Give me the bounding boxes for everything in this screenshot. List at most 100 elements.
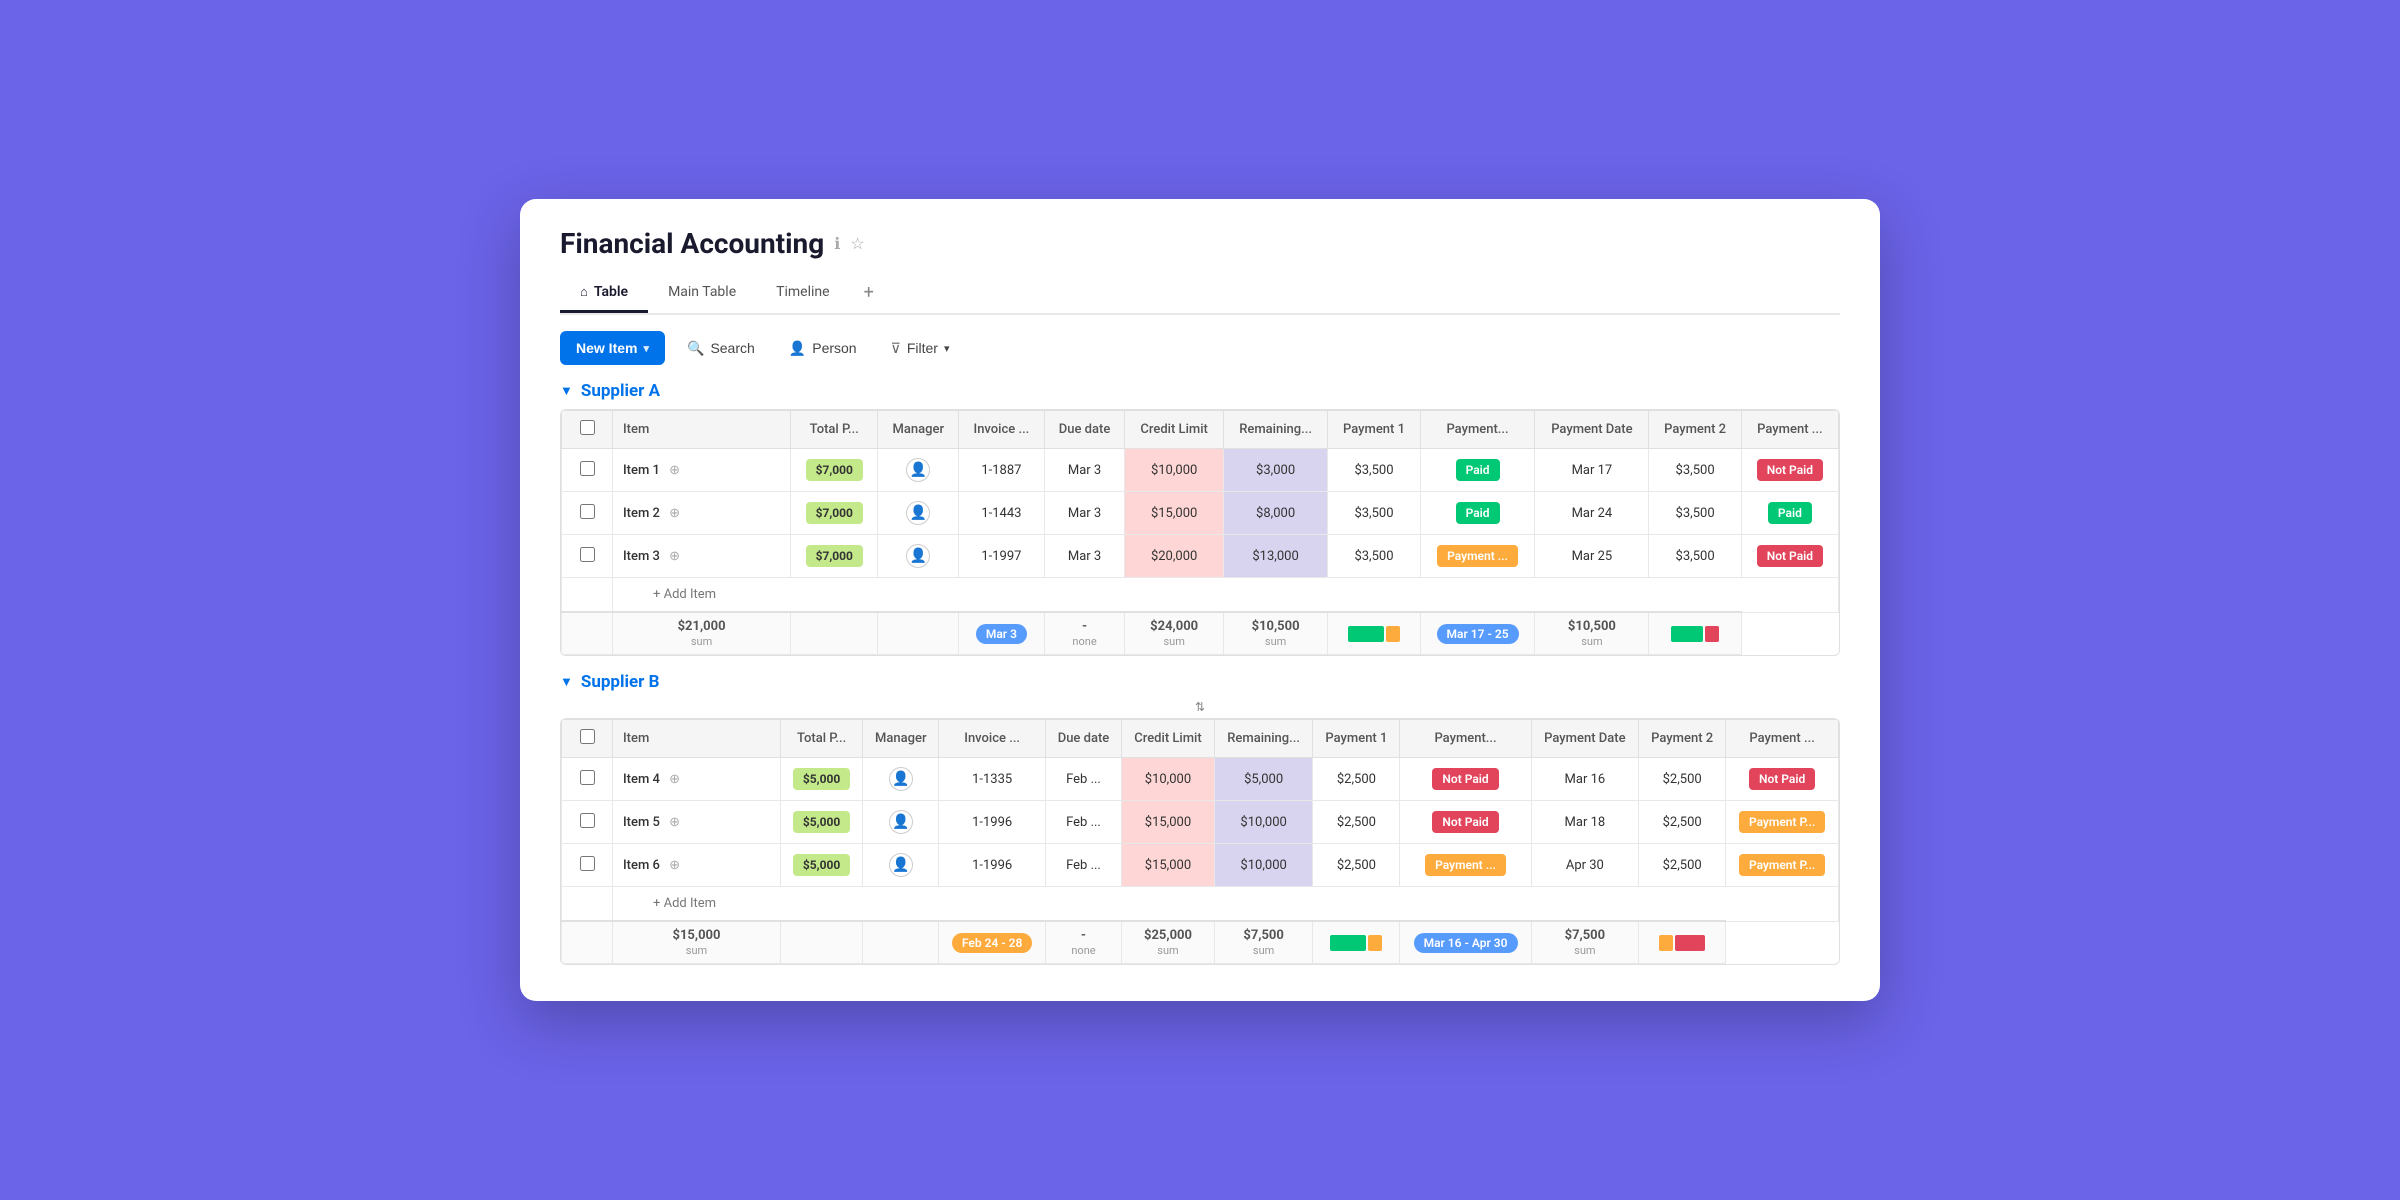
new-item-button[interactable]: New Item ▾: [560, 331, 665, 365]
info-icon[interactable]: ℹ: [834, 234, 840, 253]
remaining-cell: $13,000: [1223, 535, 1327, 578]
person-avatar: 👤: [889, 853, 913, 877]
tab-table[interactable]: ⌂ Table: [560, 274, 648, 313]
summary-bar1-cell: [1313, 921, 1400, 964]
select-all-header[interactable]: [562, 720, 613, 758]
payment2-status-cell: Paid: [1741, 492, 1838, 535]
summary-credit-value: -: [1056, 928, 1111, 943]
payment1-status-cell: Payment ...: [1400, 844, 1531, 887]
due-date-cell: Feb ...: [1045, 801, 1121, 844]
summary-total-cell: $15,000 sum: [613, 921, 781, 964]
remaining-cell: $8,000: [1223, 492, 1327, 535]
summary-payment1-cell: $7,500 sum: [1214, 921, 1312, 964]
payment2-status-badge: Payment P...: [1739, 854, 1825, 876]
invoice-cell: 1-1335: [939, 758, 1046, 801]
col-payment1: Payment 1: [1328, 411, 1420, 449]
toolbar: New Item ▾ 🔍 Search 👤 Person ⊽ Filter ▾: [520, 315, 1880, 381]
row-checkbox[interactable]: [580, 504, 595, 519]
summary-total-label: sum: [686, 944, 707, 957]
total-price-cell: $5,000: [780, 844, 862, 887]
payment2-cell: $3,500: [1649, 449, 1741, 492]
select-all-checkbox[interactable]: [580, 729, 595, 744]
add-subitem-icon[interactable]: ⊕: [669, 463, 680, 478]
row-checkbox[interactable]: [580, 813, 595, 828]
supplier-b-section: ▼ Supplier B ⇅ Item Total P... Manager I…: [560, 672, 1840, 965]
manager-cell[interactable]: 👤: [863, 844, 939, 887]
summary-empty1: [780, 921, 862, 964]
person-icon: 👤: [789, 340, 806, 357]
summary-payment2-cell: $7,500 sum: [1531, 921, 1638, 964]
chevron-down-icon: ▾: [643, 342, 649, 355]
add-item-label[interactable]: + Add Item: [613, 887, 1839, 922]
select-all-header[interactable]: [562, 411, 613, 449]
add-subitem-icon[interactable]: ⊕: [669, 858, 680, 873]
payment1-cell: $2,500: [1313, 844, 1400, 887]
row-checkbox[interactable]: [580, 856, 595, 871]
col-manager: Manager: [863, 720, 939, 758]
payment2-status-badge: Paid: [1768, 502, 1812, 524]
manager-cell[interactable]: 👤: [863, 801, 939, 844]
summary-payment2-cell: $10,500 sum: [1535, 612, 1649, 655]
total-price-cell: $7,000: [791, 449, 878, 492]
person-button[interactable]: 👤 Person: [777, 332, 869, 365]
bar-orange: [1659, 935, 1673, 951]
summary-empty1: [791, 612, 878, 655]
add-tab-button[interactable]: +: [850, 272, 888, 313]
resize-handle-icon[interactable]: ⇅: [1195, 700, 1205, 714]
due-date-cell: Feb ...: [1045, 758, 1121, 801]
row-checkbox-cell[interactable]: [562, 492, 613, 535]
person-avatar: 👤: [889, 810, 913, 834]
add-subitem-icon[interactable]: ⊕: [669, 549, 680, 564]
row-checkbox-cell[interactable]: [562, 449, 613, 492]
col-credit-limit: Credit Limit: [1122, 720, 1215, 758]
row-checkbox-cell[interactable]: [562, 801, 613, 844]
add-subitem-icon[interactable]: ⊕: [669, 815, 680, 830]
add-item-row[interactable]: + Add Item: [562, 887, 1839, 922]
col-due-date: Due date: [1044, 411, 1125, 449]
add-subitem-icon[interactable]: ⊕: [669, 506, 680, 521]
supplier-a-header[interactable]: ▼ Supplier A: [560, 381, 1840, 401]
manager-cell[interactable]: 👤: [878, 492, 959, 535]
summary-row: $21,000 sum Mar 3 - none $24,000 sum $10…: [562, 612, 1839, 655]
summary-credit-label: none: [1071, 944, 1095, 957]
supplier-b-header[interactable]: ▼ Supplier B: [560, 672, 1840, 692]
tab-timeline[interactable]: Timeline: [756, 274, 849, 313]
person-avatar: 👤: [889, 767, 913, 791]
payment2-status-badge: Payment P...: [1739, 811, 1825, 833]
table-row: Item 5 ⊕ $5,000 👤 1-1996 Feb ... $15,000…: [562, 801, 1839, 844]
manager-cell[interactable]: 👤: [878, 535, 959, 578]
bar-green: [1330, 935, 1366, 951]
row-checkbox[interactable]: [580, 770, 595, 785]
item-name-cell: Item 1 ⊕: [613, 449, 791, 492]
payment1-cell: $3,500: [1328, 535, 1420, 578]
add-item-label[interactable]: + Add Item: [613, 578, 1839, 613]
mini-bar-chart: [1323, 935, 1389, 951]
row-checkbox[interactable]: [580, 547, 595, 562]
add-subitem-icon[interactable]: ⊕: [669, 772, 680, 787]
manager-cell[interactable]: 👤: [878, 449, 959, 492]
payment-date-cell: Mar 16: [1531, 758, 1638, 801]
add-item-row[interactable]: + Add Item: [562, 578, 1839, 613]
payment-date-cell: Mar 17: [1535, 449, 1649, 492]
payment1-status-badge: Not Paid: [1432, 768, 1498, 790]
row-checkbox-cell[interactable]: [562, 535, 613, 578]
star-icon[interactable]: ☆: [850, 234, 864, 253]
col-payment2: Payment 2: [1649, 411, 1741, 449]
due-date-cell: Mar 3: [1044, 535, 1125, 578]
payment1-cell: $2,500: [1313, 801, 1400, 844]
select-all-checkbox[interactable]: [580, 420, 595, 435]
payment2-status-cell: Payment P...: [1726, 844, 1839, 887]
summary-total-value: $15,000: [623, 928, 770, 943]
tab-main-table[interactable]: Main Table: [648, 274, 756, 313]
supplier-a-table: Item Total P... Manager Invoice ... Due …: [561, 410, 1839, 655]
filter-icon: ⊽: [891, 340, 901, 357]
due-date-cell: Mar 3: [1044, 449, 1125, 492]
row-checkbox-cell[interactable]: [562, 844, 613, 887]
summary-empty2: [878, 612, 959, 655]
filter-button[interactable]: ⊽ Filter ▾: [879, 332, 962, 365]
manager-cell[interactable]: 👤: [863, 758, 939, 801]
item-name-cell: Item 4 ⊕: [613, 758, 781, 801]
search-button[interactable]: 🔍 Search: [675, 332, 767, 365]
row-checkbox-cell[interactable]: [562, 758, 613, 801]
row-checkbox[interactable]: [580, 461, 595, 476]
